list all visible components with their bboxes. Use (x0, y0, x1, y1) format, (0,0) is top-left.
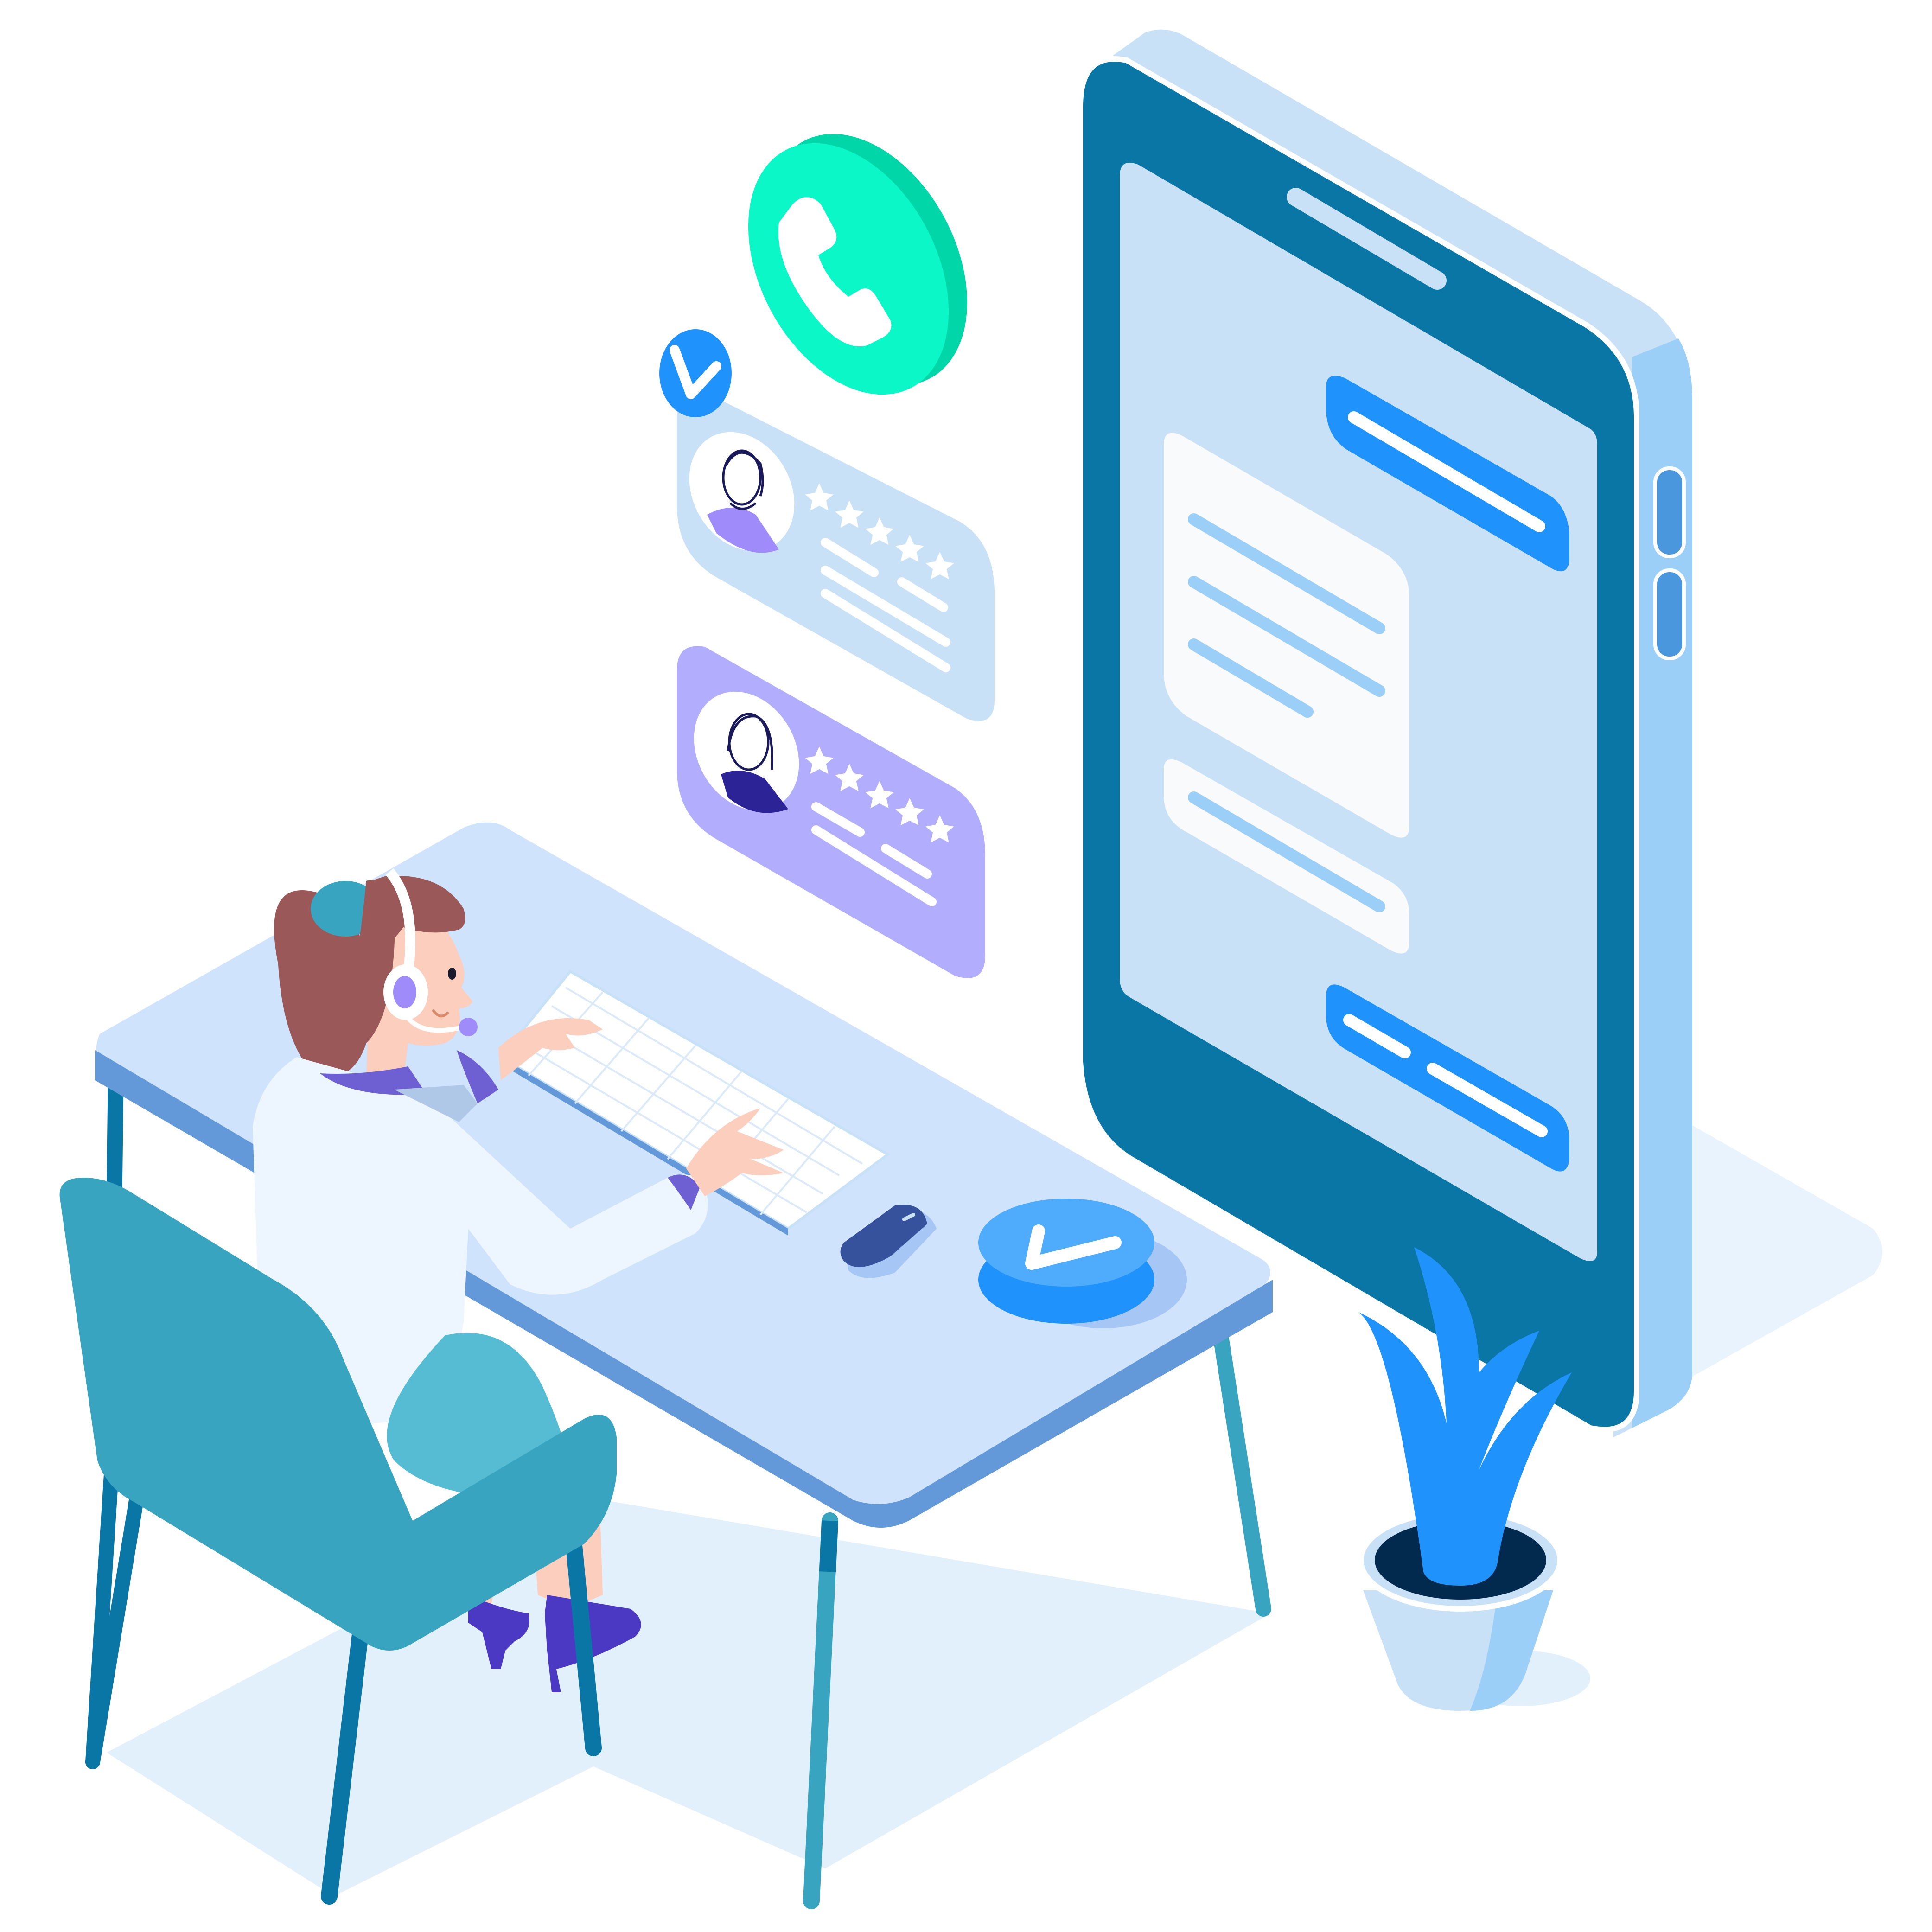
phone-call-badge (748, 134, 968, 395)
volume-up-button (1653, 466, 1686, 558)
volume-down-button (1653, 568, 1686, 660)
verified-badge (659, 329, 732, 417)
illustration-scene (0, 0, 1932, 1932)
